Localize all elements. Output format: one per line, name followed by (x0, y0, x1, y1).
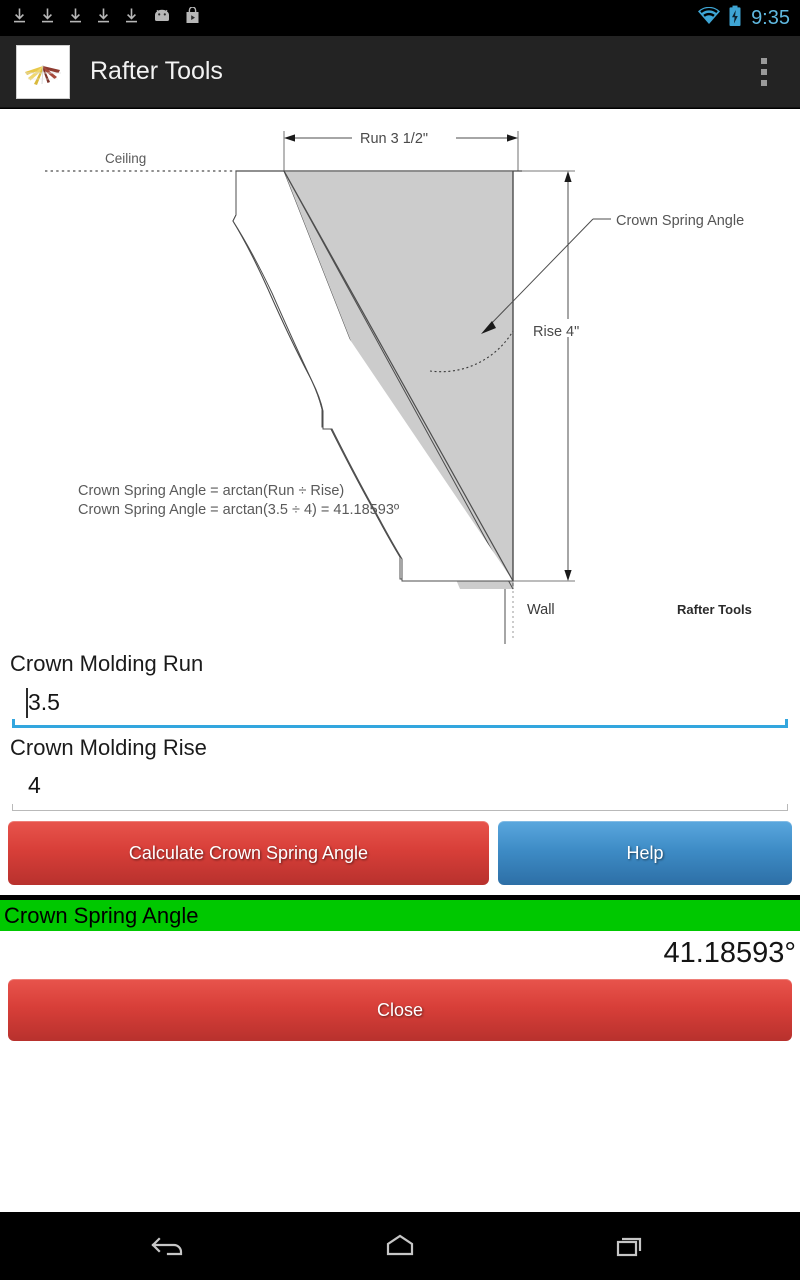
result-header-bar: Crown Spring Angle (0, 900, 800, 931)
overflow-dot (761, 68, 767, 75)
crown-molding-run-label: Crown Molding Run (10, 651, 204, 676)
overflow-menu-icon[interactable] (744, 44, 784, 100)
battery-charging-icon (728, 5, 742, 32)
status-bar-notification-icons (12, 6, 697, 29)
download-icon (68, 7, 83, 29)
crown-molding-rise-field: Crown Molding Rise 4 (0, 728, 800, 811)
crown-molding-rise-label: Crown Molding Rise (10, 734, 207, 760)
main-content: Ceiling Run 3 1/2" Rise 4" Crown Spring … (0, 109, 800, 1212)
crown-molding-run-field: Crown Molding Run 3.5 (0, 644, 800, 728)
app-title: Rafter Tools (90, 57, 223, 85)
crown-molding-run-input[interactable]: 3.5 (12, 680, 788, 728)
status-bar-system-icons: 9:35 (697, 5, 790, 32)
result-header-label: Crown Spring Angle (4, 902, 199, 928)
wall-label: Wall (527, 602, 555, 618)
action-button-row: Calculate Crown Spring Angle Help (0, 811, 800, 885)
action-bar: Rafter Tools (0, 36, 800, 108)
status-bar: 9:35 (0, 0, 800, 36)
calculate-crown-spring-angle-button[interactable]: Calculate Crown Spring Angle (8, 821, 489, 885)
diagram-watermark: Rafter Tools (677, 602, 752, 617)
back-icon[interactable] (140, 1222, 200, 1270)
formula-line-1: Crown Spring Angle = arctan(Run ÷ Rise) (78, 483, 344, 499)
play-store-icon (185, 6, 200, 29)
crown-spring-angle-result: 41.18593° (663, 936, 796, 969)
crown-molding-rise-value: 4 (28, 772, 41, 798)
input-underline-focused (12, 718, 788, 728)
close-button-wrap: Close (0, 975, 800, 1041)
text-caret (26, 687, 28, 718)
crown-molding-diagram: Ceiling Run 3 1/2" Rise 4" Crown Spring … (0, 109, 800, 644)
overflow-dot (761, 79, 767, 86)
download-icon (12, 7, 27, 29)
wifi-icon (697, 6, 721, 30)
rise-dimension-label: Rise 4" (533, 324, 579, 340)
ceiling-label: Ceiling (105, 151, 146, 166)
result-value-row: 41.18593° (0, 931, 800, 975)
crown-molding-rise-input[interactable]: 4 (12, 763, 788, 811)
recents-icon[interactable] (600, 1222, 660, 1270)
close-button[interactable]: Close (8, 979, 792, 1041)
crown-spring-angle-callout: Crown Spring Angle (616, 213, 744, 229)
download-icon (96, 7, 111, 29)
overflow-dot (761, 57, 767, 64)
home-icon[interactable] (370, 1222, 430, 1270)
download-icon (124, 7, 139, 29)
status-bar-clock: 9:35 (751, 6, 790, 29)
run-dimension-label: Run 3 1/2" (360, 131, 428, 147)
help-button[interactable]: Help (498, 821, 792, 885)
rafter-tools-logo-icon[interactable] (16, 44, 70, 99)
download-icon (40, 7, 55, 29)
formula-line-2: Crown Spring Angle = arctan(3.5 ÷ 4) = 4… (78, 502, 400, 518)
crown-molding-run-value: 3.5 (28, 688, 60, 715)
android-icon (152, 8, 172, 29)
system-navigation-bar (0, 1212, 800, 1280)
input-underline (12, 804, 788, 811)
